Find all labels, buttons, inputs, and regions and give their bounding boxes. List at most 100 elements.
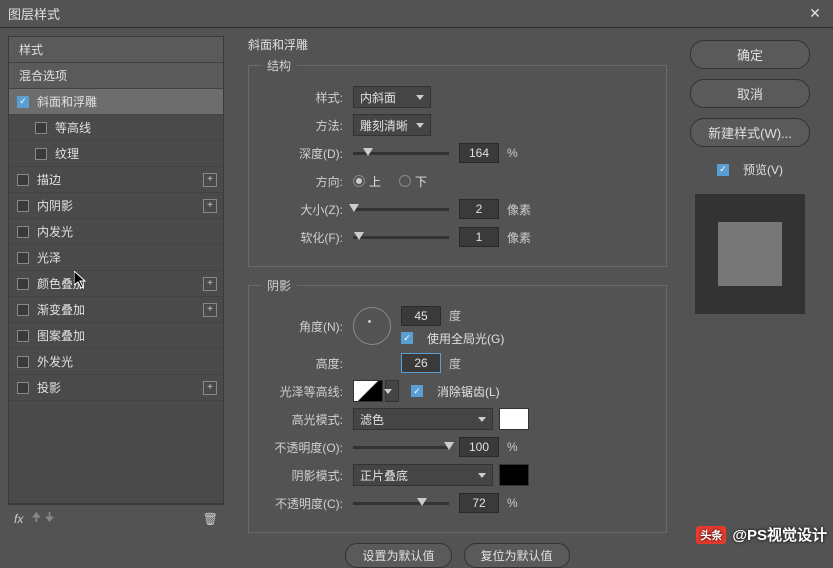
- item-label: 图案叠加: [37, 327, 85, 344]
- checkbox-icon[interactable]: [17, 304, 29, 316]
- soften-input[interactable]: [459, 227, 499, 247]
- shadow-legend: 阴影: [261, 277, 297, 294]
- structure-legend: 结构: [261, 57, 297, 74]
- plus-icon[interactable]: +: [203, 199, 217, 213]
- checkbox-icon[interactable]: [35, 122, 47, 134]
- preview-box: [695, 194, 805, 314]
- watermark-text: @PS视觉设计: [732, 524, 827, 545]
- style-dropdown[interactable]: 内斜面: [353, 86, 431, 108]
- highlight-mode-label: 高光模式:: [261, 411, 343, 428]
- make-default-button[interactable]: 设置为默认值: [345, 543, 451, 568]
- item-inner-shadow[interactable]: 内阴影 +: [9, 193, 223, 219]
- structure-group: 结构 样式:内斜面 方法:雕刻清晰 深度(D):% 方向:上下 大小(Z):像素…: [248, 57, 667, 267]
- dir-down-radio[interactable]: [399, 175, 411, 187]
- checkbox-icon[interactable]: [17, 226, 29, 238]
- size-unit: 像素: [507, 201, 531, 218]
- checkbox-icon[interactable]: [17, 96, 29, 108]
- size-slider[interactable]: [353, 208, 449, 211]
- item-stroke[interactable]: 描边 +: [9, 167, 223, 193]
- checkbox-icon[interactable]: [17, 174, 29, 186]
- item-label: 颜色叠加: [37, 275, 85, 292]
- checkbox-icon[interactable]: [17, 356, 29, 368]
- item-outer-glow[interactable]: 外发光: [9, 349, 223, 375]
- altitude-label: 高度:: [261, 355, 343, 372]
- item-gradient-overlay[interactable]: 渐变叠加+: [9, 297, 223, 323]
- item-label: 内发光: [37, 223, 73, 240]
- method-dropdown[interactable]: 雕刻清晰: [353, 114, 431, 136]
- style-label: 样式:: [261, 89, 343, 106]
- shadow-mode-dropdown[interactable]: 正片叠底: [353, 464, 493, 486]
- checkbox-icon[interactable]: [17, 278, 29, 290]
- trash-icon[interactable]: 🗑: [203, 512, 218, 526]
- dir-up-radio[interactable]: [353, 175, 365, 187]
- item-drop-shadow[interactable]: 投影 +: [9, 375, 223, 401]
- sidebar-footer: fx 🠉 🠋 🗑: [8, 504, 224, 532]
- checkbox-icon[interactable]: [17, 252, 29, 264]
- reorder-arrows[interactable]: 🠉 🠋: [31, 508, 54, 529]
- item-color-overlay[interactable]: 颜色叠加 +: [9, 271, 223, 297]
- reset-default-button[interactable]: 复位为默认值: [464, 543, 570, 568]
- new-style-button[interactable]: 新建样式(W)...: [690, 118, 810, 147]
- item-label: 投影: [37, 379, 61, 396]
- depth-input[interactable]: [459, 143, 499, 163]
- panel-title: 斜面和浮雕: [248, 36, 667, 53]
- depth-slider[interactable]: [353, 152, 449, 155]
- plus-icon[interactable]: +: [203, 173, 217, 187]
- shadow-opacity-slider[interactable]: [353, 502, 449, 505]
- checkbox-icon[interactable]: [717, 164, 729, 176]
- angle-label: 角度(N):: [261, 318, 343, 335]
- preview-toggle[interactable]: 预览(V): [717, 161, 783, 178]
- soften-unit: 像素: [507, 229, 531, 246]
- highlight-mode-dropdown[interactable]: 滤色: [353, 408, 493, 430]
- shadow-opacity-label: 不透明度(C):: [261, 495, 343, 512]
- global-light-checkbox[interactable]: [401, 332, 413, 344]
- watermark-badge: 头条: [696, 526, 726, 544]
- checkbox-icon[interactable]: [17, 382, 29, 394]
- checkbox-icon[interactable]: [17, 330, 29, 342]
- altitude-input[interactable]: [401, 353, 441, 373]
- item-bevel[interactable]: 斜面和浮雕: [9, 89, 223, 115]
- item-texture[interactable]: 纹理: [9, 141, 223, 167]
- highlight-opacity-slider[interactable]: [353, 446, 449, 449]
- plus-icon[interactable]: +: [203, 277, 217, 291]
- blend-header[interactable]: 混合选项: [9, 63, 223, 89]
- item-contour[interactable]: 等高线: [9, 115, 223, 141]
- checkbox-icon[interactable]: [35, 148, 47, 160]
- dir-down-label: 下: [415, 173, 427, 190]
- item-label: 描边: [37, 171, 61, 188]
- contour-dropdown[interactable]: [385, 380, 399, 402]
- item-label: 斜面和浮雕: [37, 93, 97, 110]
- highlight-opacity-input[interactable]: [459, 437, 499, 457]
- fx-menu[interactable]: fx: [14, 512, 23, 526]
- item-satin[interactable]: 光泽: [9, 245, 223, 271]
- item-label: 内阴影: [37, 197, 73, 214]
- item-inner-glow[interactable]: 内发光: [9, 219, 223, 245]
- styles-header[interactable]: 样式: [9, 37, 223, 63]
- angle-input[interactable]: [401, 306, 441, 326]
- gloss-contour-label: 光泽等高线:: [261, 383, 343, 400]
- item-pattern-overlay[interactable]: 图案叠加: [9, 323, 223, 349]
- angle-control[interactable]: [353, 307, 391, 345]
- item-label: 等高线: [55, 119, 91, 136]
- close-icon[interactable]: ✕: [805, 4, 825, 24]
- blend-header-label: 混合选项: [19, 67, 67, 84]
- title-bar: 图层样式 ✕: [0, 0, 833, 28]
- soften-slider[interactable]: [353, 236, 449, 239]
- size-label: 大小(Z):: [261, 201, 343, 218]
- antialias-checkbox[interactable]: [411, 385, 423, 397]
- highlight-color-swatch[interactable]: [499, 408, 529, 430]
- plus-icon[interactable]: +: [203, 381, 217, 395]
- plus-icon[interactable]: +: [203, 303, 217, 317]
- ok-button[interactable]: 确定: [690, 40, 810, 69]
- checkbox-icon[interactable]: [17, 200, 29, 212]
- sidebar: 样式 混合选项 斜面和浮雕 等高线 纹理 描边 + 内阴影 + 内发光 光泽 颜色叠…: [0, 28, 232, 540]
- contour-picker[interactable]: [353, 380, 383, 402]
- window-title: 图层样式: [8, 4, 60, 23]
- cancel-button[interactable]: 取消: [690, 79, 810, 108]
- highlight-opacity-label: 不透明度(O):: [261, 439, 343, 456]
- antialias-label: 消除锯齿(L): [437, 383, 500, 400]
- shadow-mode-label: 阴影模式:: [261, 467, 343, 484]
- size-input[interactable]: [459, 199, 499, 219]
- shadow-opacity-input[interactable]: [459, 493, 499, 513]
- shadow-color-swatch[interactable]: [499, 464, 529, 486]
